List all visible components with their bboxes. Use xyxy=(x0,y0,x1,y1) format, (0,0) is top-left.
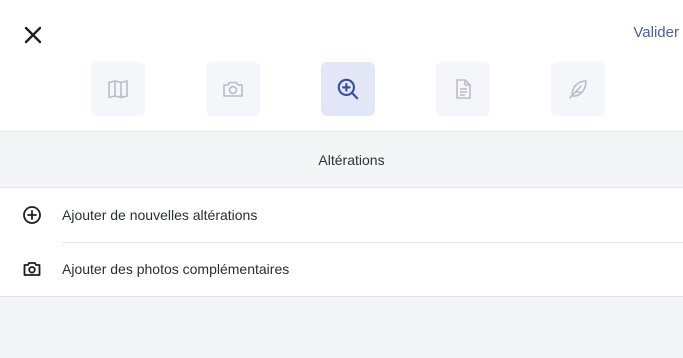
top-bar: Valider xyxy=(0,0,683,132)
add-alterations-label: Ajouter de nouvelles altérations xyxy=(62,207,258,223)
tab-signature[interactable] xyxy=(551,62,605,116)
tab-document[interactable] xyxy=(436,62,490,116)
screen: Valider Altérations Ajouter de nouvelles… xyxy=(0,0,683,358)
close-icon xyxy=(24,26,42,44)
camera-icon xyxy=(223,81,243,97)
tab-zoom[interactable] xyxy=(321,62,375,116)
tab-camera[interactable] xyxy=(206,62,260,116)
section-title: Altérations xyxy=(318,151,385,168)
book-icon xyxy=(108,80,128,99)
document-icon xyxy=(456,79,471,99)
close-button[interactable] xyxy=(22,24,44,46)
validate-button[interactable]: Valider xyxy=(633,24,679,41)
zoom-in-icon xyxy=(337,78,359,100)
add-photos-label: Ajouter des photos complémentaires xyxy=(62,261,290,277)
section-header: Altérations xyxy=(0,132,683,188)
tab-book[interactable] xyxy=(91,62,145,116)
plus-circle-icon xyxy=(21,204,43,226)
add-photos-item[interactable]: Ajouter des photos complémentaires xyxy=(0,242,683,296)
add-alterations-item[interactable]: Ajouter de nouvelles altérations xyxy=(0,188,683,242)
actions-list: Ajouter de nouvelles altérations Ajouter… xyxy=(0,188,683,297)
camera-icon xyxy=(21,258,43,280)
feather-icon xyxy=(569,80,587,99)
